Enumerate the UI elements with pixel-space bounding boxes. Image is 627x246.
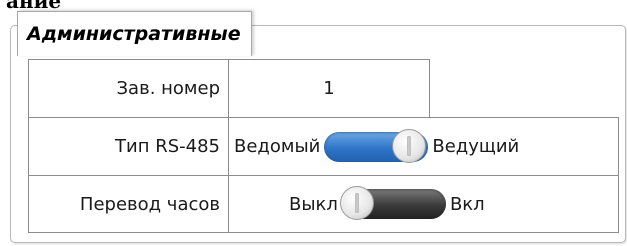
serial-number-value[interactable]: 1 <box>228 59 430 118</box>
group-header-tab: Административные <box>17 11 252 56</box>
rs485-type-toggle[interactable] <box>324 128 429 163</box>
toggle-knob[interactable] <box>392 128 427 163</box>
group-title: Административные <box>27 23 241 45</box>
rs485-slave-label: Ведомый <box>234 136 321 157</box>
clock-shift-on-label: Вкл <box>449 193 485 215</box>
clock-shift-cell: Выкл Вкл <box>228 175 619 233</box>
clock-shift-toggle[interactable] <box>339 186 446 220</box>
clock-shift-label: Перевод часов <box>28 175 229 233</box>
rs485-type-toggle-group: Ведомый Ведущий <box>234 128 520 163</box>
toggle-knob[interactable] <box>339 186 374 220</box>
rs485-type-label: Тип RS-485 <box>28 117 229 176</box>
serial-number-label: Зав. номер <box>28 59 229 118</box>
settings-grid: Зав. номер 1 Тип RS-485 Ведомый Ведущий … <box>28 59 619 233</box>
clock-shift-toggle-group: Выкл Вкл <box>289 186 485 220</box>
rs485-type-cell: Ведомый Ведущий <box>228 117 619 176</box>
clock-shift-off-label: Выкл <box>289 193 338 215</box>
rs485-master-label: Ведущий <box>432 136 520 157</box>
